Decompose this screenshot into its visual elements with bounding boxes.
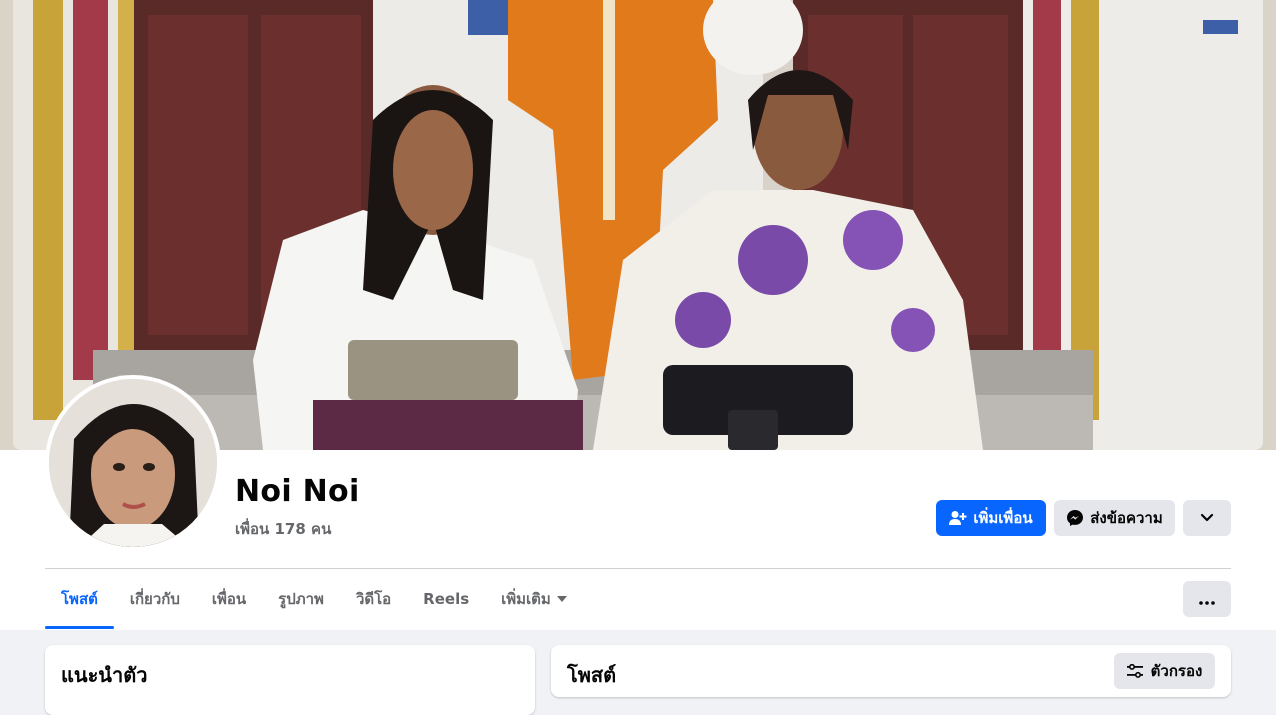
add-friend-icon: [949, 510, 967, 526]
message-label: ส่งข้อความ: [1090, 509, 1163, 527]
posts-card: โพสต์ ตัวกรอง: [551, 645, 1231, 697]
friend-count[interactable]: เพื่อน 178 คน: [235, 517, 331, 541]
chevron-down-icon: [1200, 509, 1214, 527]
tab-more[interactable]: เพิ่มเติม: [485, 570, 583, 628]
intro-card: แนะนำตัว: [45, 645, 535, 715]
profile-tabs: โพสต์ เกี่ยวกับ เพื่อน รูปภาพ วิดีโอ Ree…: [45, 570, 583, 630]
filter-button[interactable]: ตัวกรอง: [1114, 653, 1215, 689]
tab-friends[interactable]: เพื่อน: [196, 570, 262, 628]
cover-photo-frame: [0, 0, 1276, 450]
header-divider: [45, 568, 1231, 569]
tab-label: เพื่อน: [211, 590, 247, 608]
tab-label: Reels: [423, 590, 470, 608]
filter-sliders-icon: [1126, 664, 1143, 678]
profile-name: Noi Noi: [235, 474, 360, 509]
tab-label: รูปภาพ: [278, 590, 324, 608]
tab-posts[interactable]: โพสต์: [45, 570, 114, 629]
tab-label: โพสต์: [61, 590, 98, 608]
profile-picture[interactable]: [45, 375, 221, 551]
tab-label: วิดีโอ: [355, 590, 392, 608]
add-friend-button[interactable]: เพิ่มเพื่อน: [936, 500, 1046, 536]
profile-header: Noi Noi เพื่อน 178 คน เพิ่มเพื่อน ส่งข้อ…: [0, 0, 1276, 630]
cover-photo[interactable]: [13, 0, 1263, 450]
posts-title: โพสต์: [567, 663, 617, 687]
message-button[interactable]: ส่งข้อความ: [1054, 500, 1175, 536]
caret-down-icon: [556, 596, 567, 602]
tab-label: เพิ่มเติม: [501, 590, 551, 608]
filter-label: ตัวกรอง: [1150, 662, 1203, 680]
intro-title: แนะนำตัว: [61, 663, 148, 687]
tabs-overflow-button[interactable]: [1183, 581, 1231, 617]
messenger-icon: [1066, 509, 1084, 527]
tab-reels[interactable]: Reels: [407, 570, 485, 628]
add-friend-label: เพิ่มเพื่อน: [973, 509, 1033, 527]
tab-about[interactable]: เกี่ยวกับ: [114, 570, 196, 628]
profile-more-button[interactable]: [1183, 500, 1231, 536]
avatar: [49, 379, 217, 547]
tab-videos[interactable]: วิดีโอ: [340, 570, 407, 628]
ellipsis-icon: [1199, 590, 1215, 609]
tab-photos[interactable]: รูปภาพ: [262, 570, 340, 628]
cover-photo-image: [13, 0, 1263, 450]
tab-label: เกี่ยวกับ: [129, 590, 180, 608]
